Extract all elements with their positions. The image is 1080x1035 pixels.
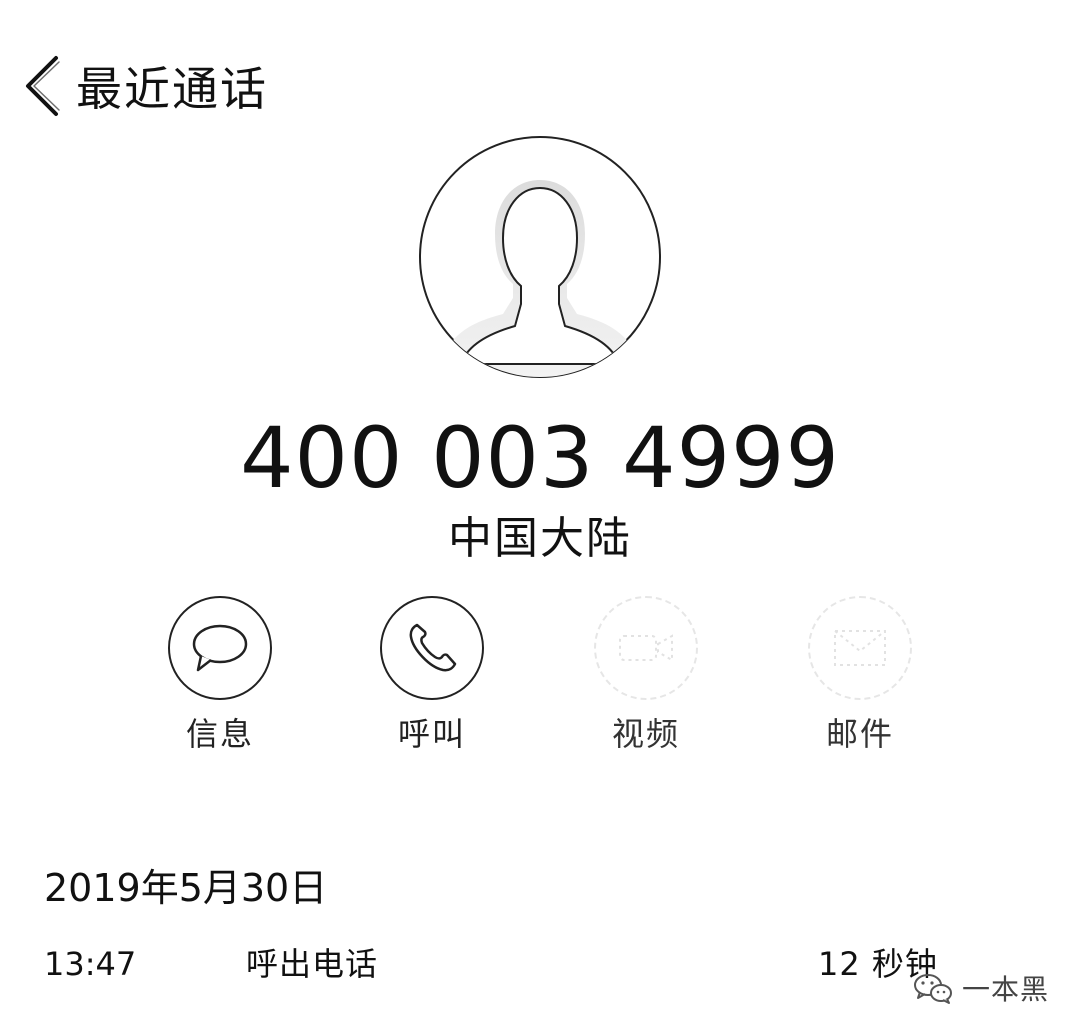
back-button[interactable]: 最近通话 [22, 54, 268, 118]
mail-envelope-icon [834, 630, 886, 666]
video-button-circle [594, 596, 698, 700]
call-time: 13:47 [44, 945, 137, 983]
phone-number: 400 003 4999 [240, 409, 840, 507]
call-button-label: 呼叫 [397, 715, 466, 753]
contact-avatar [417, 134, 663, 380]
call-button-circle [380, 596, 484, 700]
video-button-label: 视频 [611, 715, 680, 753]
watermark-text: 一本黑 [962, 973, 1050, 1006]
chevron-left-icon [26, 56, 60, 116]
wechat-icon [914, 974, 952, 1004]
person-silhouette-icon [419, 136, 661, 378]
mail-button[interactable]: 邮件 [790, 596, 930, 766]
video-button[interactable]: 视频 [576, 596, 716, 766]
call-type: 呼出电话 [246, 945, 379, 983]
call-button[interactable]: 呼叫 [362, 596, 502, 766]
video-camera-icon [619, 634, 673, 662]
watermark: 一本黑 [912, 968, 1049, 1008]
message-button[interactable]: 信息 [150, 596, 290, 766]
mail-button-circle [808, 596, 912, 700]
phone-handset-icon [409, 623, 457, 672]
call-date-header: 2019年5月30日 [44, 866, 328, 910]
message-button-circle [168, 596, 272, 700]
mail-button-label: 邮件 [825, 715, 894, 753]
message-button-label: 信息 [185, 715, 254, 753]
region-label: 中国大陆 [448, 513, 632, 564]
back-button-label: 最近通话 [76, 62, 268, 116]
message-bubble-icon [192, 624, 248, 672]
